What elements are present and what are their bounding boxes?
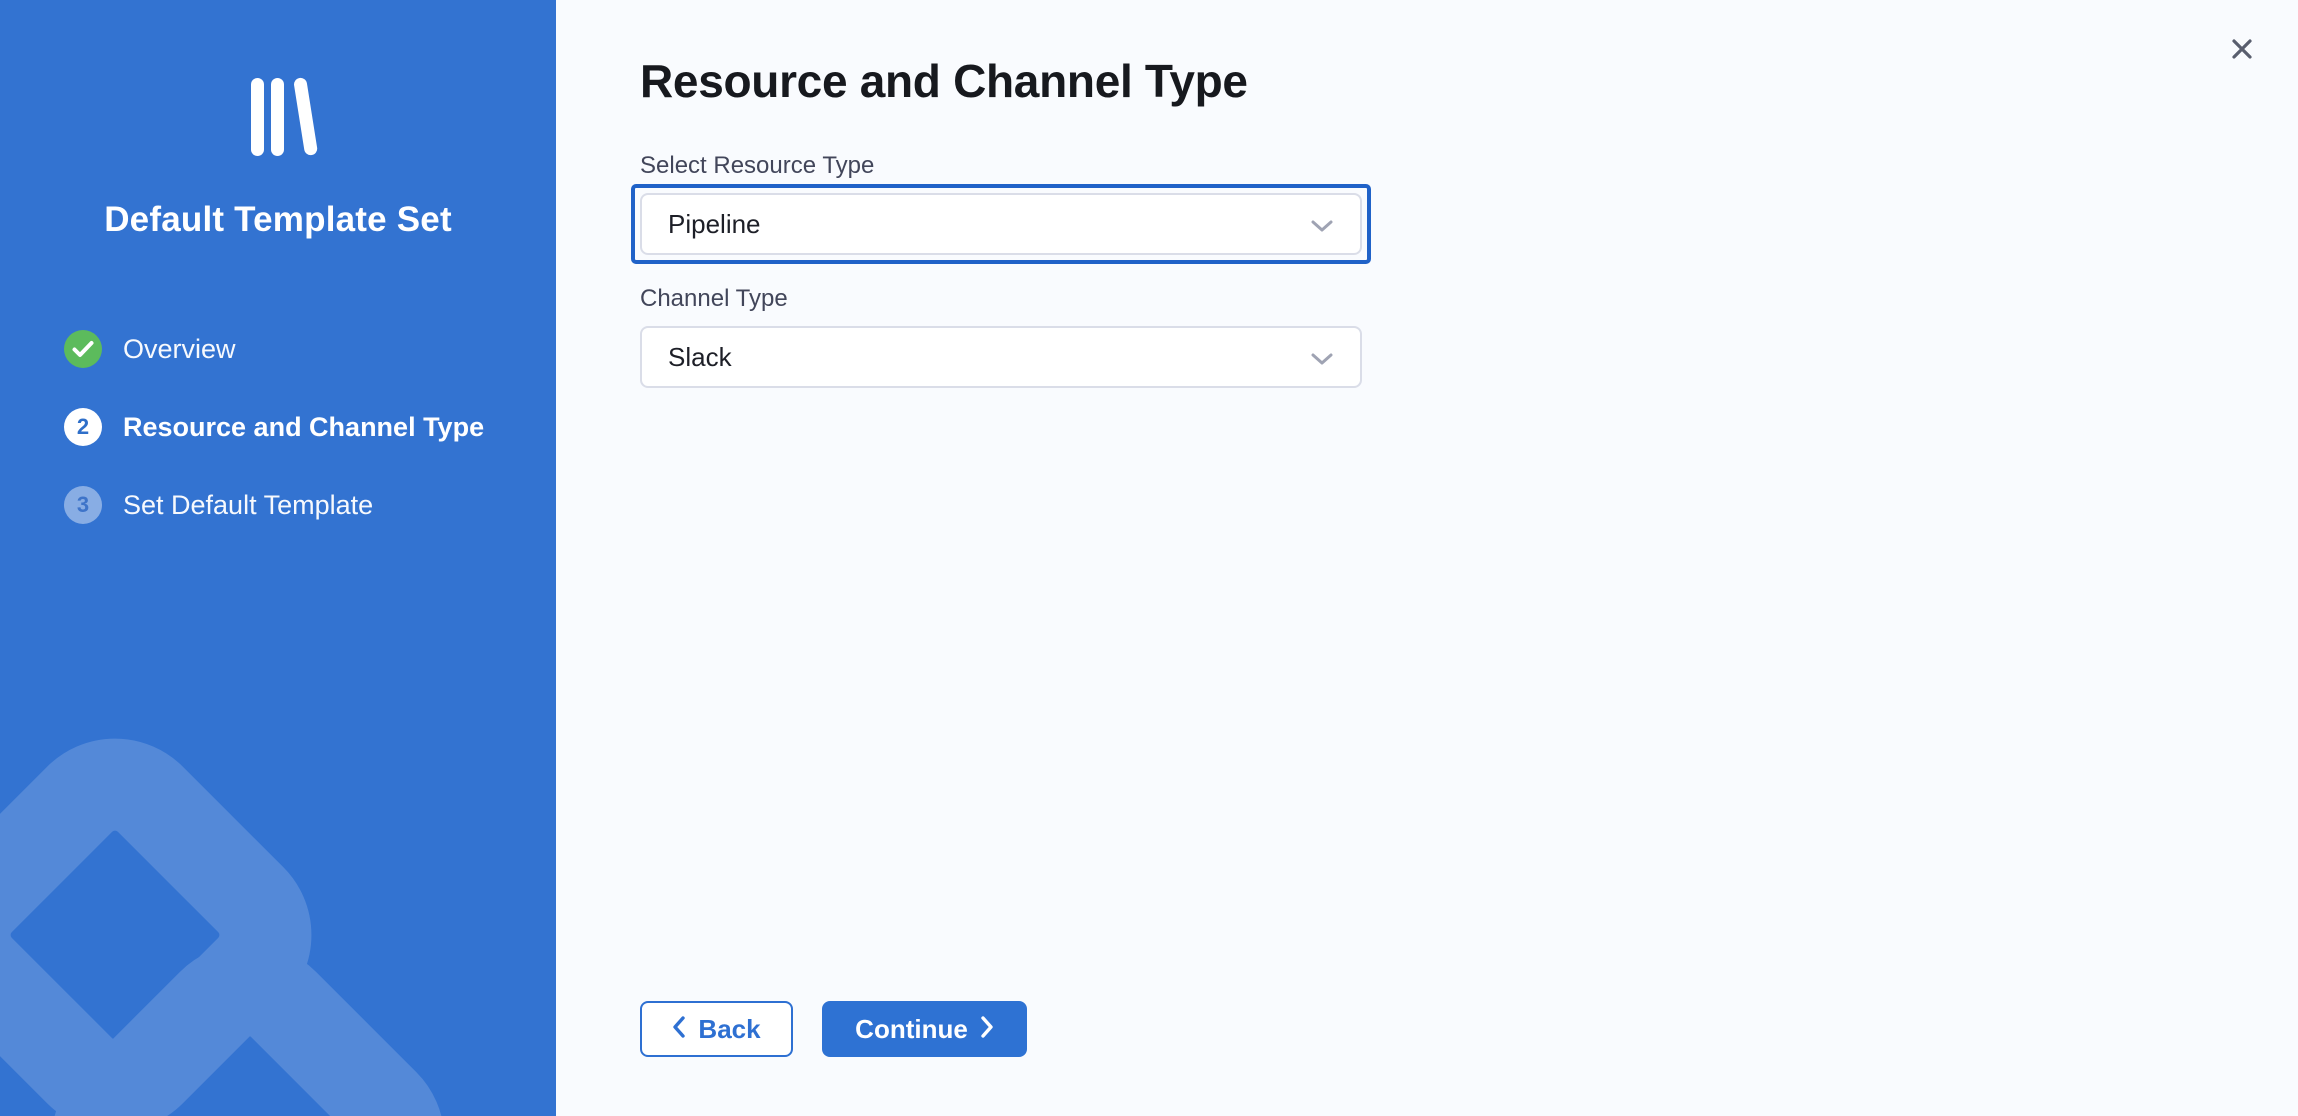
resource-type-field: Select Resource Type Pipeline [640,152,1362,255]
step-label: Overview [123,334,236,365]
step-number-badge: 3 [64,486,102,524]
channel-type-label: Channel Type [640,285,1362,313]
library-books-icon [251,78,306,158]
chevron-down-icon [1310,342,1334,373]
wizard-content-panel: Resource and Channel Type Select Resourc… [556,0,2298,1116]
continue-button[interactable]: Continue [822,1001,1027,1057]
back-button-label: Back [698,1014,760,1045]
channel-type-select[interactable]: Slack [640,326,1362,388]
continue-button-label: Continue [855,1014,968,1045]
step-label: Set Default Template [123,490,373,521]
chevron-down-icon [1310,209,1334,240]
wizard-sidebar: Default Template Set Overview 2 Resource… [0,0,556,1116]
wizard-footer: Back Continue [640,1001,1027,1057]
chevron-left-icon [672,1014,685,1045]
close-icon [2228,35,2256,66]
wizard-steps: Overview 2 Resource and Channel Type 3 S… [0,330,556,564]
check-icon [64,330,102,368]
step-overview[interactable]: Overview [64,330,556,368]
page-title: Resource and Channel Type [640,54,2298,108]
channel-type-field: Channel Type Slack [640,285,1362,388]
resource-type-select[interactable]: Pipeline [640,193,1362,255]
close-button[interactable] [2222,30,2262,70]
wizard-title: Default Template Set [104,200,452,240]
resource-type-label: Select Resource Type [640,152,1362,180]
chevron-right-icon [981,1014,994,1045]
step-number-badge: 2 [64,408,102,446]
resource-type-value: Pipeline [668,209,761,240]
step-label: Resource and Channel Type [123,412,484,443]
step-resource-and-channel-type[interactable]: 2 Resource and Channel Type [64,408,556,446]
step-set-default-template[interactable]: 3 Set Default Template [64,486,556,524]
channel-type-value: Slack [668,342,732,373]
back-button[interactable]: Back [640,1001,793,1057]
